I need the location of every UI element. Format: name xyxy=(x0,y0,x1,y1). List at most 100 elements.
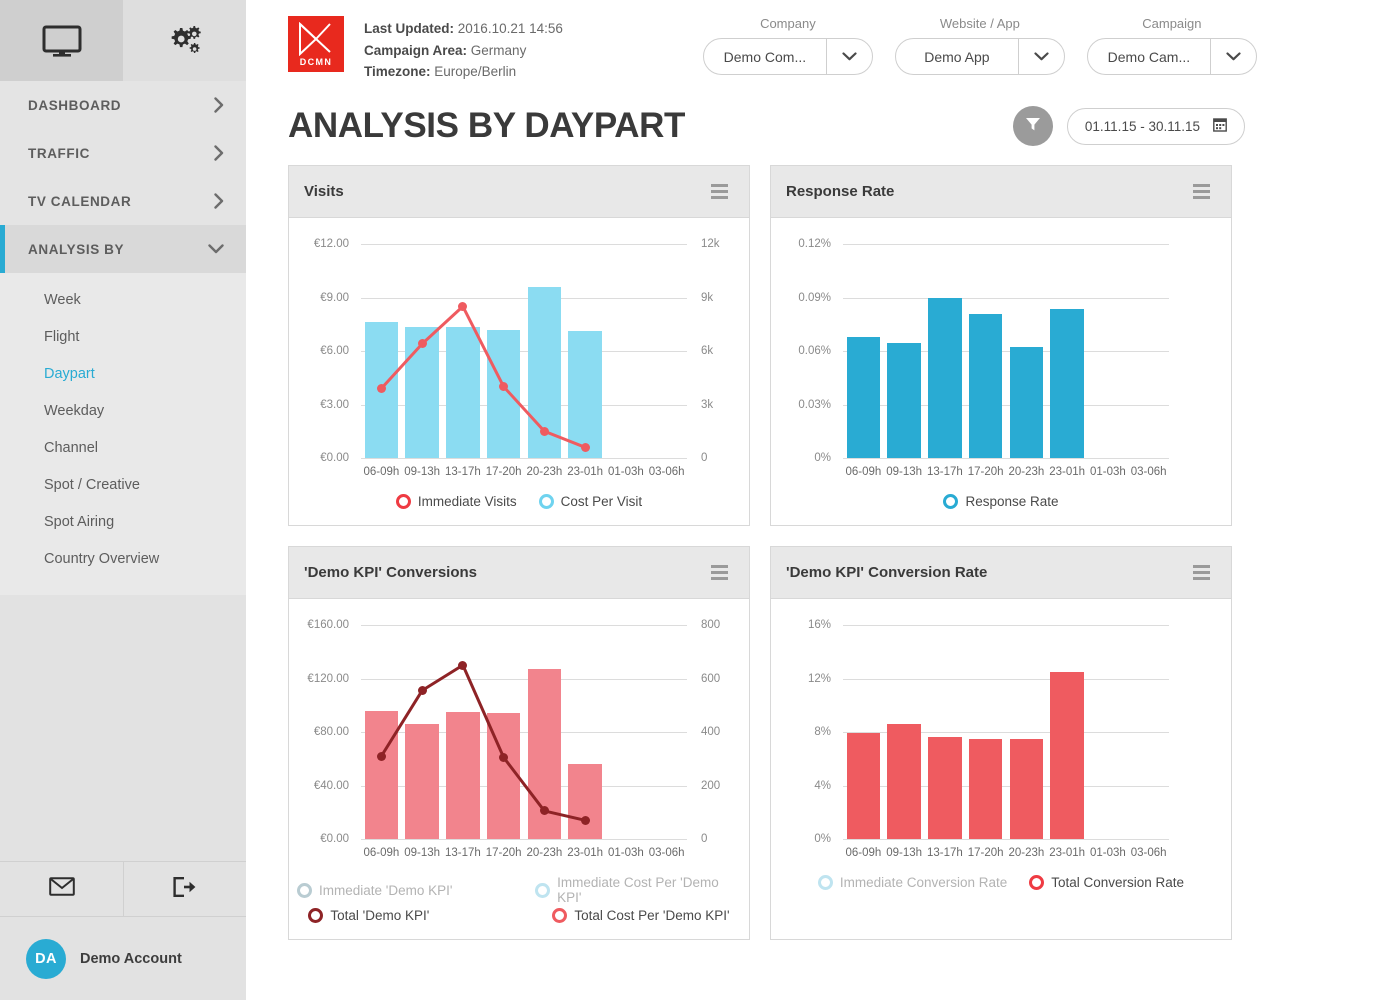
meta-timezone: Timezone: Europe/Berlin xyxy=(364,61,563,83)
bar-slot xyxy=(1006,244,1047,458)
chevron-down-icon[interactable] xyxy=(825,39,872,74)
bar-slot xyxy=(884,625,925,839)
legend-label: Immediate 'Demo KPI' xyxy=(319,882,453,898)
x-axis-tick: 06-09h xyxy=(363,466,400,478)
page-title: ANALYSIS BY DAYPART xyxy=(288,106,685,145)
legend-label: Immediate Conversion Rate xyxy=(839,875,1008,890)
y-axis-tick-left: 0% xyxy=(814,833,831,845)
data-point[interactable] xyxy=(499,752,509,762)
sidebar-item-traffic[interactable]: TRAFFIC xyxy=(0,129,246,177)
card-menu-icon[interactable] xyxy=(707,180,732,203)
charts-grid: Visits €0.00 €3.00 €6.00 €9.00 €12.00 0 3k 6k 9k… xyxy=(246,146,1400,940)
grid-line xyxy=(843,839,1169,840)
legend-item[interactable]: Total 'Demo KPI' xyxy=(308,908,504,923)
sidebar-item-flight[interactable]: Flight xyxy=(0,318,246,355)
legend-item[interactable]: Cost Per Visit xyxy=(538,494,643,509)
sidebar-item-country-overview[interactable]: Country Overview xyxy=(0,540,246,577)
sidebar-item-tv-calendar[interactable]: TV CALENDAR xyxy=(0,177,246,225)
chevron-down-icon[interactable] xyxy=(1017,39,1064,74)
account-row[interactable]: DA Demo Account xyxy=(0,917,246,1000)
card-title: 'Demo KPI' Conversion Rate xyxy=(786,564,988,581)
x-axis-tick: 09-13h xyxy=(886,466,923,478)
data-point[interactable] xyxy=(580,442,590,452)
card-menu-icon[interactable] xyxy=(707,561,732,584)
website-app-select[interactable]: Demo App xyxy=(894,38,1065,75)
legend-item[interactable]: Total Cost Per 'Demo KPI' xyxy=(552,908,730,923)
x-axis-tick: 03-06h xyxy=(648,847,685,859)
bar[interactable] xyxy=(1050,309,1084,458)
x-axis-tick: 20-23h xyxy=(1008,466,1045,478)
data-point[interactable] xyxy=(417,686,427,696)
y-axis-tick-left: €0.00 xyxy=(320,452,349,464)
website-app-value: Demo App xyxy=(924,48,990,65)
bar[interactable] xyxy=(887,342,921,458)
bar-slot xyxy=(1128,625,1169,839)
grid-line xyxy=(361,458,687,459)
sidebar-tab-monitor[interactable] xyxy=(0,0,123,81)
campaign-selector: Campaign Demo Cam... xyxy=(1086,16,1257,75)
meta-label: Last Updated: xyxy=(364,21,455,36)
meta-value: 2016.10.21 14:56 xyxy=(457,21,563,36)
bar-slot xyxy=(965,244,1006,458)
account-name: Demo Account xyxy=(80,950,182,967)
data-point[interactable] xyxy=(539,426,549,436)
bar[interactable] xyxy=(968,738,1003,839)
y-axis-tick-left: 4% xyxy=(814,779,831,792)
bar[interactable] xyxy=(1009,738,1044,839)
bar[interactable] xyxy=(928,737,962,839)
bar[interactable] xyxy=(887,723,921,839)
y-axis-tick-right: 3k xyxy=(701,398,714,411)
x-axis-tick: 20-23h xyxy=(526,847,563,859)
legend-item[interactable]: Immediate Conversion Rate xyxy=(817,875,1008,890)
bar[interactable] xyxy=(846,733,881,839)
app-root: DASHBOARD TRAFFIC TV CALENDAR ANALYSIS B… xyxy=(0,0,1400,1000)
card-menu-icon[interactable] xyxy=(1189,180,1214,203)
x-axis-tick: 06-09h xyxy=(845,466,882,478)
data-point[interactable] xyxy=(580,815,590,825)
sidebar-item-channel[interactable]: Channel xyxy=(0,429,246,466)
mail-button[interactable] xyxy=(0,862,123,916)
legend-item[interactable]: Total Conversion Rate xyxy=(1029,875,1184,890)
bar[interactable] xyxy=(846,336,881,458)
x-axis-tick: 13-17h xyxy=(926,466,963,478)
legend-item[interactable]: Immediate Visits xyxy=(395,494,517,509)
card-menu-icon[interactable] xyxy=(1189,561,1214,584)
y-axis-tick-left: €6.00 xyxy=(320,345,349,357)
bar[interactable] xyxy=(928,297,962,458)
logout-button[interactable] xyxy=(123,862,246,916)
bar-slot xyxy=(1088,625,1129,839)
legend-marker xyxy=(308,908,324,923)
filter-button[interactable] xyxy=(1012,106,1053,146)
bar[interactable] xyxy=(1009,346,1044,458)
legend-item[interactable]: Immediate Cost Per 'Demo KPI' xyxy=(535,875,741,905)
chevron-down-icon[interactable] xyxy=(1209,39,1256,74)
sidebar-item-week[interactable]: Week xyxy=(0,281,246,318)
bar-slot xyxy=(843,244,884,458)
data-point[interactable] xyxy=(458,660,468,670)
sidebar-item-dashboard[interactable]: DASHBOARD xyxy=(0,81,246,129)
bar-slot xyxy=(843,625,884,839)
data-point[interactable] xyxy=(376,383,386,393)
date-range-picker[interactable]: 01.11.15 - 30.11.15 xyxy=(1066,107,1245,145)
company-select[interactable]: Demo Com... xyxy=(702,38,873,75)
bar[interactable] xyxy=(968,313,1003,458)
sidebar-item-daypart[interactable]: Daypart xyxy=(0,355,246,392)
sidebar-tab-settings[interactable] xyxy=(123,0,246,81)
card-header: 'Demo KPI' Conversion Rate xyxy=(771,547,1231,599)
x-axis-tick: 13-17h xyxy=(444,847,481,859)
x-axis-ticks: 06-09h 09-13h 13-17h 17-20h 20-23h 23-01h 01-0… xyxy=(361,466,687,478)
legend-item[interactable]: Response Rate xyxy=(943,494,1059,509)
sidebar-item-spot-creative[interactable]: Spot / Creative xyxy=(0,466,246,503)
card-demo-kpi-conversions: 'Demo KPI' Conversions €0.00 €40.00 €80.00… xyxy=(288,546,750,940)
x-axis-tick: 01-03h xyxy=(1089,466,1126,478)
sidebar-item-analysis-by[interactable]: ANALYSIS BY xyxy=(0,225,246,273)
campaign-select[interactable]: Demo Cam... xyxy=(1086,38,1257,75)
sidebar-item-spot-airing[interactable]: Spot Airing xyxy=(0,503,246,540)
bar[interactable] xyxy=(1050,671,1084,839)
sidebar-item-weekday[interactable]: Weekday xyxy=(0,392,246,429)
legend-label: Cost Per Visit xyxy=(560,494,643,509)
data-point[interactable] xyxy=(417,339,427,349)
sidebar-item-label: ANALYSIS BY xyxy=(28,241,125,257)
data-point[interactable] xyxy=(376,751,386,761)
legend-item[interactable]: Immediate 'Demo KPI' xyxy=(297,875,487,905)
